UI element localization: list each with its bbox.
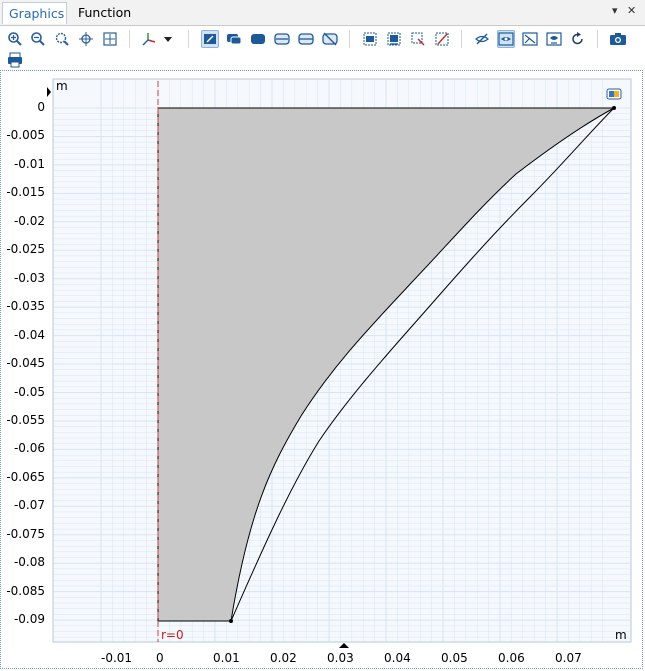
clear-selection-icon[interactable]	[385, 30, 403, 48]
delete-selection-icon[interactable]	[433, 30, 451, 48]
select-domains-icon[interactable]	[225, 30, 243, 48]
tab-graphics[interactable]: Graphics	[2, 2, 67, 24]
y-tick-label: -0.02	[13, 213, 45, 228]
hide-icon[interactable]	[473, 30, 491, 48]
zoom-out-icon[interactable]	[29, 30, 47, 48]
y-tick-label: -0.08	[13, 555, 45, 570]
y-tick-label: -0.075	[6, 526, 45, 541]
select-box-icon[interactable]	[409, 30, 427, 48]
zoom-in-icon[interactable]	[6, 30, 24, 48]
x-tick-label: 0.04	[384, 651, 411, 665]
x-tick-label: 0.02	[270, 651, 297, 665]
close-icon[interactable]: ✕	[627, 4, 636, 17]
toolbar-separator	[461, 30, 462, 48]
axis-marker-icon	[47, 87, 51, 97]
toolbar-separator	[129, 30, 130, 48]
y-tick-label: -0.03	[13, 270, 45, 285]
y-tick-label: -0.025	[6, 242, 45, 257]
x-tick-label: 0.06	[498, 651, 525, 665]
zoom-box-icon[interactable]	[53, 30, 71, 48]
symmetry-axis-label: r=0	[161, 628, 184, 642]
y-tick-label: -0.01	[13, 156, 45, 171]
y-tick-label: -0.06	[13, 441, 45, 456]
tab-function-plot[interactable]: Function Plot	[72, 2, 160, 42]
show-all-icon[interactable]	[497, 30, 515, 48]
toolbar-separator	[597, 30, 598, 48]
x-tick-label: -0.01	[101, 651, 133, 665]
geometry-plot[interactable]	[1, 71, 642, 668]
x-tick-label: 0.07	[555, 651, 582, 665]
y-tick-label: -0.05	[13, 384, 45, 399]
y-tick-label: 0	[37, 100, 45, 114]
toolbar-separator	[349, 30, 350, 48]
y-tick-label: -0.065	[6, 469, 45, 484]
show-objects-icon[interactable]	[521, 30, 539, 48]
select-boundaries-icon[interactable]	[249, 30, 267, 48]
select-edges-icon[interactable]	[273, 30, 291, 48]
axis-orientation-icon[interactable]	[140, 30, 158, 48]
y-tick-label: -0.085	[6, 583, 45, 598]
dropdown-arrow-icon[interactable]	[162, 30, 174, 48]
show-labels-icon[interactable]	[545, 30, 563, 48]
graphics-canvas[interactable]: m m r=0 0 -0.005 -0.01 -0.015 -0.02 -0.025 -0.…	[0, 70, 643, 669]
select-objects-icon[interactable]	[201, 30, 219, 48]
vertex-point[interactable]	[612, 106, 616, 110]
camera-icon[interactable]	[609, 30, 627, 48]
y-tick-label: -0.005	[6, 128, 45, 143]
vertex-point[interactable]	[229, 619, 233, 623]
y-tick-label: -0.055	[6, 412, 45, 427]
tab-menu-icon[interactable]: ▾	[612, 4, 618, 17]
y-tick-label: -0.07	[13, 498, 45, 513]
view-cube-icon[interactable]	[606, 88, 622, 100]
graphics-toolbar	[0, 26, 645, 70]
x-axis-unit: m	[615, 628, 627, 642]
print-icon[interactable]	[6, 51, 24, 69]
x-tick-label: 0.01	[213, 651, 240, 665]
x-tick-label: 0.05	[441, 651, 468, 665]
zoom-extents-icon[interactable]	[101, 30, 119, 48]
tab-bar: Graphics Function Plot ▾ ✕	[0, 0, 645, 42]
y-tick-label: -0.045	[6, 356, 45, 371]
y-tick-label: -0.035	[6, 299, 45, 314]
zoom-selected-icon[interactable]	[77, 30, 95, 48]
axis-marker-icon	[339, 643, 349, 648]
y-tick-label: -0.09	[13, 612, 45, 627]
y-axis-unit: m	[56, 79, 68, 93]
reset-icon[interactable]	[569, 30, 587, 48]
select-points-icon[interactable]	[297, 30, 315, 48]
x-tick-label: 0	[156, 651, 164, 665]
deselect-icon[interactable]	[321, 30, 339, 48]
y-tick-label: -0.015	[6, 185, 45, 200]
select-all-icon[interactable]	[361, 30, 379, 48]
y-tick-label: -0.04	[13, 327, 45, 342]
x-tick-label: 0.03	[327, 651, 354, 665]
toolbar-separator	[188, 30, 189, 48]
